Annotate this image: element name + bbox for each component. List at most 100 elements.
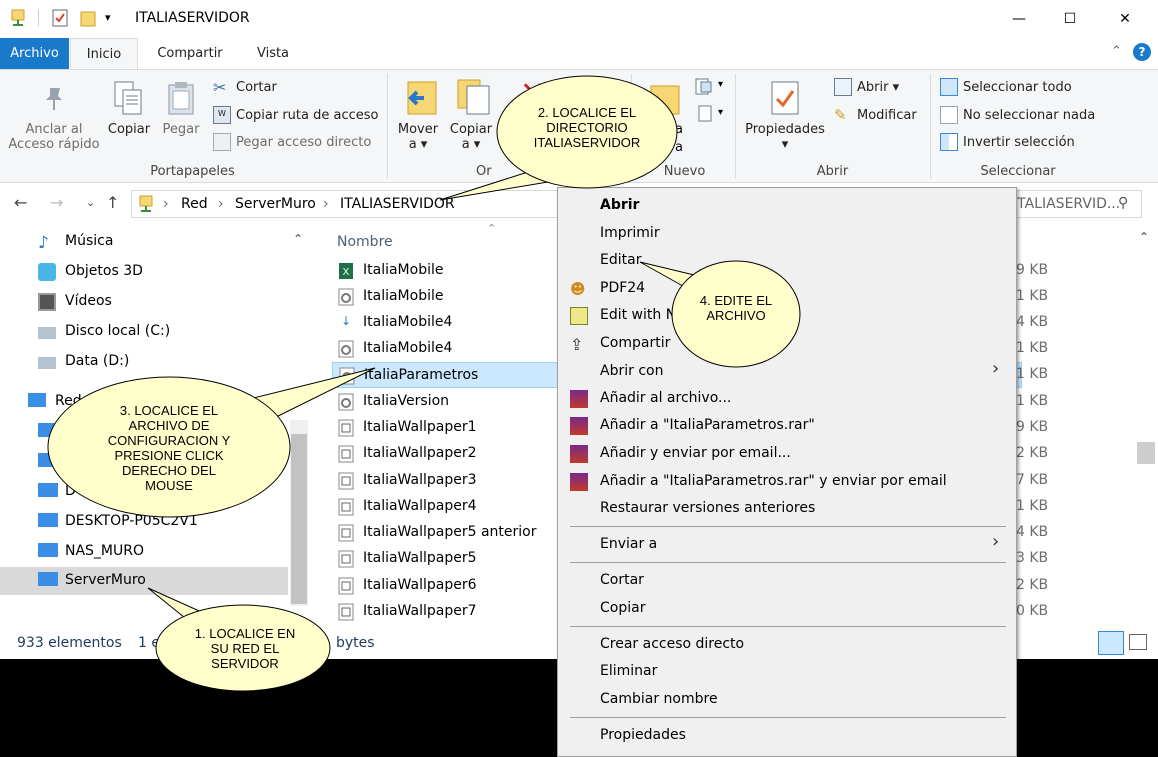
file-row[interactable]: ItaliaWallpaper5 <box>332 546 557 572</box>
file-row[interactable]: ItaliaWallpaper3 <box>332 468 557 494</box>
menu-item-eliminar[interactable]: Eliminar <box>600 663 657 679</box>
search-box[interactable]: ITALIASERVID... ⚲ <box>1006 190 1142 218</box>
copy-to-button[interactable]: Copiar a ▾ <box>446 122 496 152</box>
properties-check-icon[interactable] <box>52 9 68 27</box>
file-name: ItaliaWallpaper5 anterior <box>363 524 537 540</box>
large-icons-view-icon[interactable] <box>1129 634 1147 650</box>
select-all-button[interactable]: Seleccionar todo <box>940 78 1072 96</box>
column-header-name[interactable]: Nombre <box>337 234 393 250</box>
tab-compartir[interactable]: Compartir <box>150 38 230 69</box>
computer-icon <box>38 453 58 467</box>
customize-toolbar-chevron-icon[interactable]: ▾ <box>105 11 111 24</box>
open-label: Abrir ▾ <box>857 79 900 95</box>
minimize-button[interactable]: — <box>996 0 1042 38</box>
nav-item-nas-muro[interactable]: NAS_MURO <box>0 538 288 566</box>
tab-inicio[interactable]: Inicio <box>70 38 138 69</box>
nav-scrollbar-thumb[interactable] <box>291 434 307 604</box>
file-row[interactable]: ↓ ItaliaMobile4 <box>332 310 557 336</box>
nav-item-videos[interactable]: Vídeos <box>0 288 288 316</box>
edit-button[interactable]: ✎ Modificar <box>834 106 917 124</box>
copy-button[interactable]: Copiar <box>103 122 155 137</box>
properties-button[interactable]: Propiedades ▾ <box>743 122 827 152</box>
copy-path-button[interactable]: W Copiar ruta de acceso <box>213 106 379 124</box>
menu-item-pdf24[interactable]: PDF24 <box>600 280 645 296</box>
menu-item-anadir-archivo[interactable]: Añadir al archivo... <box>600 390 731 406</box>
new-item-dropdown-icon[interactable]: ▾ <box>718 79 723 90</box>
scroll-up-arrow-icon[interactable]: ⌃ <box>293 232 303 246</box>
file-row[interactable]: ItaliaWallpaper1 <box>332 415 557 441</box>
menu-item-cortar[interactable]: Cortar <box>600 572 644 588</box>
scroll-up-arrow-icon[interactable]: ⌃ <box>1139 230 1149 244</box>
invert-selection-label: Invertir selección <box>963 134 1075 150</box>
tab-archivo[interactable]: Archivo <box>0 38 69 69</box>
file-row[interactable]: X ItaliaMobile <box>332 258 557 284</box>
close-button[interactable]: ✕ <box>1102 0 1148 38</box>
menu-item-restaurar[interactable]: Restaurar versiones anteriores <box>600 500 815 516</box>
nav-item-disco-c[interactable]: Disco local (C:) <box>0 318 288 346</box>
move-to-button[interactable]: Mover a ▾ <box>394 122 442 152</box>
breadcrumb-servermuro[interactable]: ServerMuro <box>235 196 316 212</box>
file-row[interactable]: ItaliaWallpaper2 <box>332 441 557 467</box>
menu-item-anadir-rar-enviar[interactable]: Añadir a "ItaliaParametros.rar" y enviar… <box>600 473 947 489</box>
group-label-portapapeles: Portapapeles <box>150 164 235 179</box>
new-folder-icon[interactable] <box>80 9 96 27</box>
file-list-scrollbar[interactable] <box>1136 250 1156 610</box>
menu-item-abrir[interactable]: Abrir <box>600 197 639 213</box>
file-list-scrollbar-thumb[interactable] <box>1137 442 1155 464</box>
open-button[interactable]: Abrir ▾ <box>834 78 899 96</box>
file-row[interactable]: ItaliaWallpaper7 <box>332 599 557 625</box>
forward-icon[interactable]: → <box>50 193 63 212</box>
tab-vista[interactable]: Vista <box>243 38 303 69</box>
nav-label: Data (D:) <box>65 353 130 369</box>
nav-item-objetos3d[interactable]: Objetos 3D <box>0 258 288 286</box>
up-icon[interactable]: ↑ <box>106 193 119 212</box>
select-none-button[interactable]: No seleccionar nada <box>940 106 1095 124</box>
file-name: ItaliaMobile <box>363 262 444 278</box>
search-icon[interactable]: ⚲ <box>1118 195 1128 211</box>
file-row[interactable]: ItaliaVersion <box>332 389 557 415</box>
menu-item-compartir[interactable]: Compartir <box>600 335 670 351</box>
menu-item-editar[interactable]: Editar <box>600 252 641 268</box>
file-row[interactable]: ItaliaWallpaper5 anterior <box>332 520 557 546</box>
nav-label: D <box>65 483 76 499</box>
notepad-plus-icon <box>570 307 588 325</box>
menu-item-anadir-rar[interactable]: Añadir a "ItaliaParametros.rar" <box>600 417 815 433</box>
menu-item-copiar[interactable]: Copiar <box>600 600 645 616</box>
back-icon[interactable]: ← <box>14 193 27 212</box>
nav-item-data-d[interactable]: Data (D:) <box>0 348 288 376</box>
menu-item-propiedades[interactable]: Propiedades <box>600 727 686 743</box>
pin-quick-access-button[interactable]: Anclar al Acceso rápido <box>4 122 104 152</box>
nav-item-servermuro[interactable]: ServerMuro <box>0 567 288 595</box>
file-row[interactable]: ItaliaMobile4 <box>332 336 557 362</box>
paste-shortcut-button[interactable]: Pegar acceso directo <box>213 133 371 151</box>
file-row[interactable]: ItaliaWallpaper6 <box>332 573 557 599</box>
menu-item-imprimir[interactable]: Imprimir <box>600 225 660 241</box>
help-icon[interactable]: ? <box>1133 43 1151 61</box>
network-folder-icon[interactable] <box>10 9 26 27</box>
cut-button[interactable]: ✂ Cortar <box>213 78 277 97</box>
menu-item-crear-acceso[interactable]: Crear acceso directo <box>600 636 744 652</box>
breadcrumb-italiaservidor[interactable]: ITALIASERVIDOR <box>340 196 455 212</box>
menu-item-enviar-a[interactable]: Enviar a <box>600 536 657 552</box>
new-item-icon[interactable] <box>695 78 719 96</box>
menu-item-cambiar-nombre[interactable]: Cambiar nombre <box>600 691 718 707</box>
invert-selection-button[interactable]: Invertir selección <box>940 133 1075 151</box>
details-view-icon[interactable] <box>1098 631 1124 655</box>
file-row[interactable]: ItaliaMobile <box>332 284 557 310</box>
nav-scrollbar[interactable] <box>290 420 308 606</box>
breadcrumb-red[interactable]: Red <box>181 196 208 212</box>
file-row[interactable]: ItaliaWallpaper4 <box>332 494 557 520</box>
menu-item-edit-with[interactable]: Edit with N <box>600 307 676 323</box>
menu-item-anadir-enviar[interactable]: Añadir y enviar por email... <box>600 445 791 461</box>
paste-button[interactable]: Pegar <box>158 122 204 137</box>
collapse-ribbon-icon[interactable]: ⌃ <box>1111 44 1122 59</box>
nav-item-musica[interactable]: ♪ Música <box>0 228 288 256</box>
easy-access-icon[interactable] <box>695 105 719 123</box>
menu-item-abrir-con[interactable]: Abrir con <box>600 363 663 379</box>
easy-access-dropdown-icon[interactable]: ▾ <box>718 107 723 118</box>
recent-locations-icon[interactable]: ⌄ <box>86 196 95 209</box>
maximize-button[interactable]: ☐ <box>1047 0 1093 38</box>
rename-icon[interactable]: ✕ <box>598 78 610 94</box>
nav-item-desktop[interactable]: DESKTOP-P05C2V1 <box>0 508 288 536</box>
callout-3-text: 3. LOCALICE EL ARCHIVO DE CONFIGURACION … <box>80 403 258 493</box>
